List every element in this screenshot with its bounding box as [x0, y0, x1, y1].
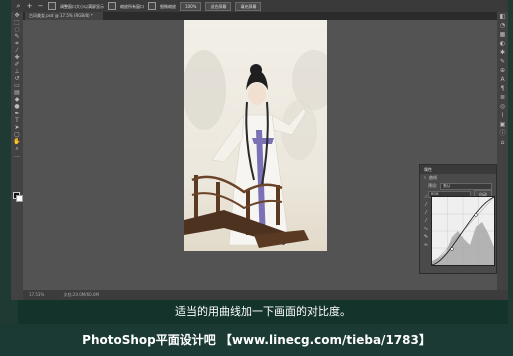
fit-screen-button[interactable]: 适合屏幕 [205, 1, 232, 11]
smooth-icon[interactable]: ≈ [422, 241, 430, 249]
history-panel-icon[interactable]: ◧ [497, 12, 508, 21]
healing-tool-icon[interactable]: ✚ [11, 54, 23, 61]
eyedropper-tool-icon[interactable]: ⁄ [11, 47, 23, 54]
lasso-tool-icon[interactable]: ◌ [11, 26, 23, 33]
target-adjust-icon[interactable]: ☝ [422, 193, 430, 201]
gray-point-eyedropper-icon[interactable]: ⁄ [422, 209, 430, 217]
resize-windows-label: 调整窗口大小以满屏显示 [60, 3, 104, 9]
curves-tools: ☝ ⁄ ⁄ ⁄ ∿ ✎ ≈ [422, 193, 430, 249]
black-point-eyedropper-icon[interactable]: ⁄ [422, 201, 430, 209]
photoshop-window: ⌕ + − 调整窗口大小以满屏显示 缩放所有窗口 细微缩放 100% 适合屏幕 … [11, 0, 508, 300]
type-tool-icon[interactable]: T [11, 117, 23, 124]
dodge-tool-icon[interactable]: ● [11, 103, 23, 110]
scrubby-zoom-checkbox[interactable] [148, 2, 156, 10]
artwork-illustration [184, 50, 327, 248]
resize-windows-checkbox[interactable] [48, 2, 56, 10]
tools-panel: ✥ ⬚ ◌ ✎ ⌗ ⁄ ✚ ✐ ⊥ ↺ ▭ ▤ ◆ ● ✒ T ➤ ▢ ✋ ⌕ … [11, 12, 23, 300]
marquee-tool-icon[interactable]: ⬚ [11, 19, 23, 26]
layers-panel-icon[interactable]: ≣ [497, 93, 508, 102]
scrubby-zoom-label: 细微缩放 [160, 3, 176, 9]
zoom-in-icon[interactable]: + [26, 2, 33, 10]
panel-title: 属性 [420, 165, 496, 174]
color-panel-icon[interactable]: ◔ [497, 21, 508, 30]
zoom-tool-icon[interactable]: ⌕ [15, 2, 22, 10]
options-bar: ⌕ + − 调整窗口大小以满屏显示 缩放所有窗口 细微缩放 100% 适合屏幕 … [11, 0, 508, 12]
curves-icon: ⌇ [424, 175, 426, 180]
history-brush-tool-icon[interactable]: ↺ [11, 75, 23, 82]
properties-panel-icon[interactable]: ▣ [497, 120, 508, 129]
styles-panel-icon[interactable]: ✱ [497, 48, 508, 57]
curve-point-highlight[interactable] [474, 213, 478, 217]
curve-edit-icon[interactable]: ∿ [422, 225, 430, 233]
artwork-canvas[interactable] [184, 20, 327, 251]
panel-header: ⌇ 曲线 [420, 174, 496, 182]
paths-panel-icon[interactable]: ⌇ [497, 111, 508, 120]
document-tab-bar: 古风美女.psd @ 17.5% (RGB/8) * [11, 12, 508, 20]
crop-tool-icon[interactable]: ⌗ [11, 40, 23, 47]
right-dock: ◧ ◔ ▦ ◐ ✱ ✎ ⊕ A ¶ ≣ ◎ ⌇ ▣ ⓘ ⌂ [497, 12, 508, 300]
brush-panel-icon[interactable]: ✎ [497, 57, 508, 66]
pen-tool-icon[interactable]: ✒ [11, 110, 23, 117]
status-bar: 17.53% 文档:20.0M/60.0M [23, 290, 508, 300]
paragraph-panel-icon[interactable]: ¶ [497, 84, 508, 93]
zoom-tool-sidebar-icon[interactable]: ⌕ [11, 145, 23, 152]
brush-tool-icon[interactable]: ✐ [11, 61, 23, 68]
zoom-out-icon[interactable]: − [37, 2, 44, 10]
preset-label: 预设: [428, 183, 438, 188]
gradient-tool-icon[interactable]: ▤ [11, 89, 23, 96]
eraser-tool-icon[interactable]: ▭ [11, 82, 23, 89]
navigator-panel-icon[interactable]: ⌂ [497, 138, 508, 147]
shape-tool-icon[interactable]: ▢ [11, 131, 23, 138]
curves-plot [431, 196, 495, 266]
preset-select[interactable]: 默认 [440, 182, 492, 190]
document-tab[interactable]: 古风美女.psd @ 17.5% (RGB/8) * [25, 12, 103, 20]
background-color-swatch[interactable] [16, 195, 23, 202]
pencil-draw-icon[interactable]: ✎ [422, 233, 430, 241]
status-zoom[interactable]: 17.53% [29, 292, 44, 297]
video-caption: 适当的用曲线加一下画面的对比度。 [18, 300, 508, 324]
panel-header-label: 曲线 [428, 175, 437, 180]
info-panel-icon[interactable]: ⓘ [497, 129, 508, 138]
curve-point-shadow[interactable] [450, 247, 454, 251]
status-doc-size: 文档:20.0M/60.0M [63, 292, 99, 297]
fill-screen-button[interactable]: 填充屏幕 [235, 1, 262, 11]
path-select-tool-icon[interactable]: ➤ [11, 124, 23, 131]
preset-row: 预设: 默认 [428, 182, 492, 190]
adjustments-panel-icon[interactable]: ◐ [497, 39, 508, 48]
zoom-100-button[interactable]: 100% [180, 1, 202, 11]
move-tool-icon[interactable]: ✥ [11, 12, 23, 19]
watermark-text: PhotoShop平面设计吧 【www.linecg.com/tieba/178… [0, 324, 513, 356]
blur-tool-icon[interactable]: ◆ [11, 96, 23, 103]
stamp-tool-icon[interactable]: ⊥ [11, 68, 23, 75]
more-tools-icon[interactable]: … [11, 152, 23, 159]
character-panel-icon[interactable]: A [497, 75, 508, 84]
swatches-panel-icon[interactable]: ▦ [497, 30, 508, 39]
white-point-eyedropper-icon[interactable]: ⁄ [422, 217, 430, 225]
curves-graph[interactable] [431, 196, 495, 266]
zoom-all-windows-checkbox[interactable] [108, 2, 116, 10]
channels-panel-icon[interactable]: ◎ [497, 102, 508, 111]
clone-panel-icon[interactable]: ⊕ [497, 66, 508, 75]
zoom-all-windows-label: 缩放所有窗口 [120, 3, 144, 9]
